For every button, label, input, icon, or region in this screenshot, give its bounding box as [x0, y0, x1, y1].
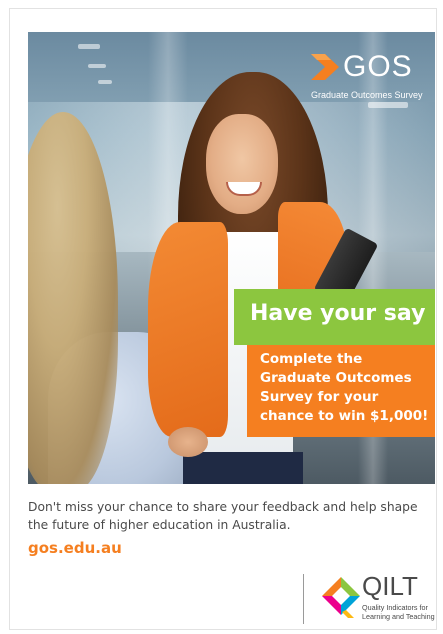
headline-banner: Have your say [234, 289, 435, 345]
qilt-logo-text: QILT [362, 571, 418, 601]
multicolor-q-icon [322, 577, 360, 618]
qilt-subtitle-line: Learning and Teaching [362, 612, 435, 621]
qilt-logo-subtitle: Quality Indicators for Learning and Teac… [362, 603, 435, 621]
offer-line: chance to win $1,000! [260, 408, 429, 424]
offer-line: Survey for your [260, 389, 379, 405]
gos-logo: GOS Graduate Outcomes Survey [311, 50, 431, 112]
ceiling-light [98, 80, 112, 84]
woman-face [206, 114, 278, 214]
offer-line: Graduate Outcomes [260, 370, 412, 386]
ceiling-light [78, 44, 100, 49]
offer-banner: Complete the Graduate Outcomes Survey fo… [247, 345, 435, 437]
gos-logo-subtitle: Graduate Outcomes Survey [311, 90, 423, 100]
gos-logo-text: GOS [343, 50, 413, 83]
orange-chevron-icon [311, 54, 339, 80]
woman-jacket-left [148, 222, 228, 437]
footer-divider [303, 574, 304, 624]
handshake [168, 427, 208, 457]
ceiling-light [88, 64, 106, 68]
woman-skirt [183, 452, 303, 484]
qilt-subtitle-line: Quality Indicators for [362, 603, 428, 612]
qilt-logo: QILT Quality Indicators for Learning and… [318, 571, 436, 625]
headline-text: Have your say [250, 301, 426, 326]
offer-line: Complete the [260, 351, 363, 367]
description-text: Don't miss your chance to share your fee… [28, 500, 418, 532]
website-link[interactable]: gos.edu.au [28, 539, 122, 557]
